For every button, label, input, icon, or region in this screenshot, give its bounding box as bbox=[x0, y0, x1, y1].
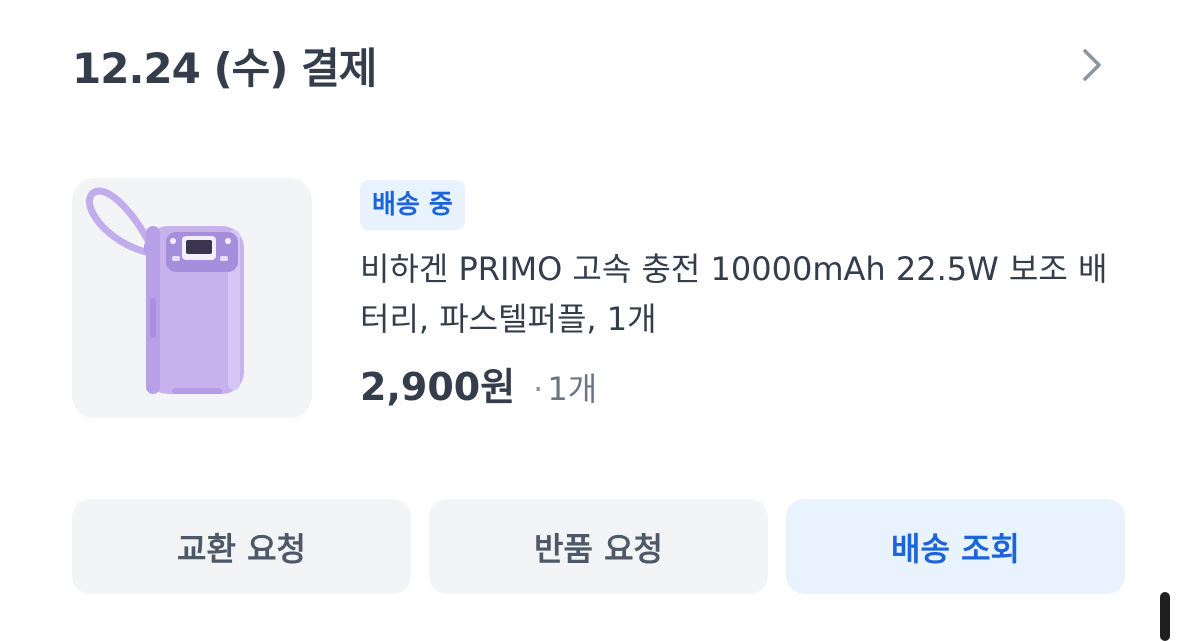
product-name[interactable]: 비하겐 PRIMO 고속 충전 10000mAh 22.5W 보조 배터리, 파… bbox=[360, 244, 1120, 344]
price-row: 2,900원 · 1개 bbox=[360, 356, 1120, 411]
return-request-button[interactable]: 반품 요청 bbox=[429, 499, 768, 594]
power-bank-image bbox=[86, 187, 244, 394]
product-quantity-group: · 1개 bbox=[533, 364, 597, 410]
order-actions: 교환 요청 반품 요청 배송 조회 bbox=[72, 499, 1125, 594]
track-delivery-button[interactable]: 배송 조회 bbox=[786, 499, 1125, 594]
product-price: 2,900원 bbox=[360, 365, 516, 409]
product-thumbnail[interactable] bbox=[72, 178, 312, 418]
exchange-request-button[interactable]: 교환 요청 bbox=[72, 499, 411, 594]
product-quantity: 1개 bbox=[547, 370, 598, 408]
chevron-right-icon[interactable] bbox=[1072, 45, 1112, 85]
order-header[interactable]: 12.24 (수) 결제 bbox=[72, 30, 1112, 100]
order-date-title: 12.24 (수) 결제 bbox=[72, 43, 377, 93]
status-badge: 배송 중 bbox=[360, 180, 465, 230]
quantity-separator: · bbox=[533, 370, 544, 408]
product-info[interactable]: 배송 중 비하겐 PRIMO 고속 충전 10000mAh 22.5W 보조 배… bbox=[360, 180, 1120, 411]
scrollbar[interactable] bbox=[1160, 592, 1170, 641]
